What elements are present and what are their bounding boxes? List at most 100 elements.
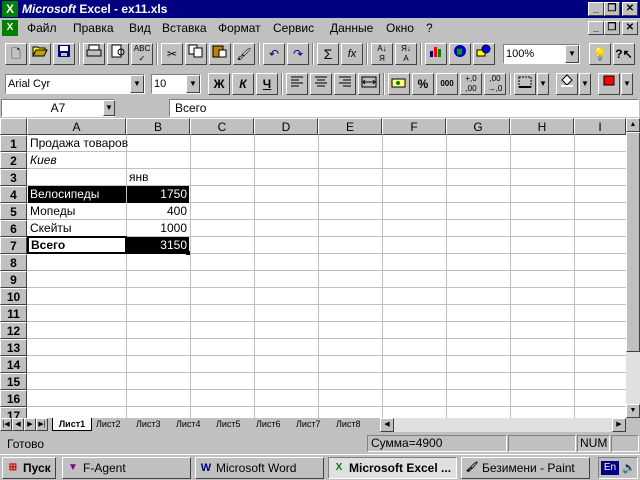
- excel-app-icon[interactable]: X: [2, 1, 18, 17]
- sheet-tab[interactable]: Лист3: [136, 418, 161, 431]
- chevron-down-icon[interactable]: ▼: [186, 75, 200, 93]
- column-header-e[interactable]: E: [318, 118, 382, 135]
- sheet-tab[interactable]: Лист4: [176, 418, 201, 431]
- align-center-icon[interactable]: [310, 73, 332, 95]
- select-all-corner[interactable]: [0, 118, 27, 135]
- redo-icon[interactable]: ↷: [287, 43, 309, 65]
- doc-restore-button[interactable]: ❐: [604, 21, 620, 35]
- horizontal-scrollbar[interactable]: ◀ ▶: [380, 418, 626, 432]
- row-header[interactable]: 12: [0, 322, 27, 339]
- scroll-up-arrow-icon[interactable]: ▲: [626, 118, 640, 132]
- task-fagent[interactable]: ▼ F-Agent: [62, 457, 191, 479]
- column-header-d[interactable]: D: [254, 118, 318, 135]
- fill-color-dropdown-chevron-icon[interactable]: ▼: [579, 73, 591, 95]
- cell-a1[interactable]: Продажа товаров: [28, 135, 128, 152]
- cut-icon[interactable]: ✂: [161, 43, 183, 65]
- row-header[interactable]: 6: [0, 220, 27, 237]
- menu-data[interactable]: Данные: [330, 21, 373, 35]
- row-header[interactable]: 8: [0, 254, 27, 271]
- minimize-button[interactable]: _: [588, 2, 604, 16]
- language-indicator[interactable]: En: [601, 461, 619, 475]
- save-icon[interactable]: [53, 43, 75, 65]
- cell-b4[interactable]: 1750: [127, 186, 189, 203]
- last-sheet-icon[interactable]: ▶|: [36, 418, 48, 431]
- close-button[interactable]: ✕: [622, 2, 638, 16]
- sheet-tab[interactable]: Лист6: [256, 418, 281, 431]
- row-header[interactable]: 5: [0, 203, 27, 220]
- row-header[interactable]: 13: [0, 339, 27, 356]
- thousands-separator-button[interactable]: 000: [436, 73, 458, 95]
- scroll-right-arrow-icon[interactable]: ▶: [612, 418, 626, 432]
- drawing-icon[interactable]: [473, 43, 495, 65]
- column-header-c[interactable]: C: [190, 118, 254, 135]
- align-left-icon[interactable]: [286, 73, 308, 95]
- column-header-h[interactable]: H: [510, 118, 574, 135]
- print-icon[interactable]: [83, 43, 105, 65]
- borders-icon[interactable]: [514, 73, 536, 95]
- column-header-b[interactable]: B: [126, 118, 190, 135]
- row-header[interactable]: 7: [0, 237, 27, 254]
- row-header[interactable]: 16: [0, 390, 27, 407]
- menu-help[interactable]: ?: [426, 21, 433, 35]
- italic-button[interactable]: К: [232, 73, 254, 95]
- autosum-icon[interactable]: Σ: [317, 43, 339, 65]
- sheet-tab[interactable]: Лист2: [96, 418, 121, 431]
- sheet-tab[interactable]: Лист5: [216, 418, 241, 431]
- cell-a5[interactable]: Мопеды: [28, 203, 126, 220]
- spelling-icon[interactable]: ABC ✓: [131, 43, 153, 65]
- vertical-scrollbar[interactable]: ▲ ▼: [626, 118, 640, 418]
- workbook-icon[interactable]: X: [2, 20, 18, 36]
- cell-a4[interactable]: Велосипеды: [28, 186, 126, 203]
- column-header-a[interactable]: A: [27, 118, 126, 135]
- row-header[interactable]: 10: [0, 288, 27, 305]
- scroll-down-arrow-icon[interactable]: ▼: [626, 404, 640, 418]
- restore-button[interactable]: ❐: [604, 2, 620, 16]
- cell-b5[interactable]: 400: [127, 203, 189, 220]
- merge-center-icon[interactable]: [358, 73, 380, 95]
- formula-input[interactable]: Всего: [169, 99, 639, 117]
- vertical-scroll-thumb[interactable]: [626, 132, 640, 352]
- speaker-icon[interactable]: 🔈: [622, 461, 636, 474]
- first-sheet-icon[interactable]: |◀: [0, 418, 12, 431]
- cell-b3[interactable]: янв: [127, 169, 190, 186]
- row-header[interactable]: 15: [0, 373, 27, 390]
- next-sheet-icon[interactable]: ▶: [24, 418, 36, 431]
- menu-view[interactable]: Вид: [129, 21, 151, 35]
- doc-close-button[interactable]: ✕: [622, 21, 638, 35]
- task-excel-active[interactable]: X Microsoft Excel ...: [328, 457, 457, 479]
- percent-button[interactable]: %: [412, 73, 434, 95]
- sheet-tab[interactable]: Лист8: [336, 418, 361, 431]
- function-wizard-icon[interactable]: fx: [341, 43, 363, 65]
- task-paint[interactable]: 🖌 Безимени - Paint: [461, 457, 590, 479]
- task-word[interactable]: W Microsoft Word: [195, 457, 324, 479]
- undo-icon[interactable]: ↶: [263, 43, 285, 65]
- menu-window[interactable]: Окно: [386, 21, 414, 35]
- map-icon[interactable]: [449, 43, 471, 65]
- row-header[interactable]: 3: [0, 169, 27, 186]
- sort-ascending-icon[interactable]: A↓ Я: [371, 43, 393, 65]
- sheet-tab[interactable]: Лист7: [296, 418, 321, 431]
- scroll-left-arrow-icon[interactable]: ◀: [380, 418, 394, 432]
- menu-edit[interactable]: Правка: [73, 21, 114, 35]
- row-header[interactable]: 9: [0, 271, 27, 288]
- zoom-select[interactable]: 100% ▼: [503, 44, 580, 64]
- chevron-down-icon[interactable]: ▼: [130, 75, 144, 93]
- cell-a6[interactable]: Скейты: [28, 220, 126, 237]
- menu-format[interactable]: Формат: [218, 21, 261, 35]
- print-preview-icon[interactable]: [107, 43, 129, 65]
- column-header-g[interactable]: G: [446, 118, 510, 135]
- help-icon[interactable]: ?↖: [613, 43, 635, 65]
- increase-decimal-icon[interactable]: +,0,00: [460, 73, 482, 95]
- sort-descending-icon[interactable]: Я↓ A: [395, 43, 417, 65]
- prev-sheet-icon[interactable]: ◀: [12, 418, 24, 431]
- row-header[interactable]: 2: [0, 152, 27, 169]
- cell-a7-active[interactable]: Всего: [27, 236, 127, 254]
- start-button[interactable]: ⊞ Пуск: [2, 457, 56, 479]
- cell-b6[interactable]: 1000: [127, 220, 189, 237]
- open-folder-icon[interactable]: [29, 43, 51, 65]
- format-painter-icon[interactable]: 🖌: [233, 43, 255, 65]
- font-size-select[interactable]: 10 ▼: [151, 74, 201, 94]
- menu-tools[interactable]: Сервис: [273, 21, 314, 35]
- chevron-down-icon[interactable]: ▼: [565, 45, 579, 63]
- menu-file[interactable]: Файл: [27, 21, 57, 35]
